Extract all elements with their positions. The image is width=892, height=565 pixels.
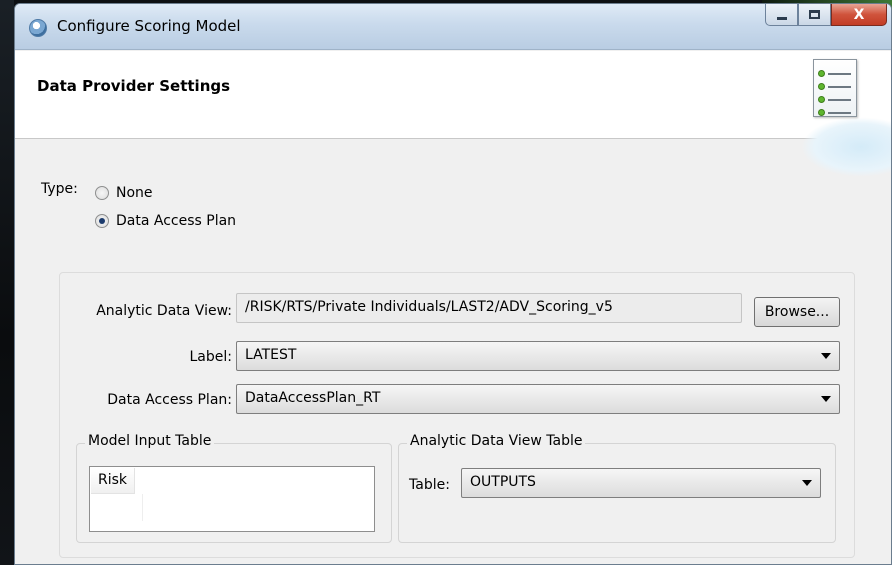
maximize-button[interactable] [798,4,831,26]
table-dropdown[interactable]: OUTPUTS [461,468,821,498]
chevron-down-icon[interactable] [821,396,831,402]
type-label: Type: [41,181,78,197]
data-access-plan-group: Analytic Data View: /RISK/RTS/Private In… [59,272,855,558]
desktop-background [0,0,14,565]
analytic-data-view-table-legend: Analytic Data View Table [407,433,586,449]
minimize-button[interactable] [765,4,798,26]
label-dropdown-value: LATEST [245,347,297,363]
page-title: Data Provider Settings [37,77,231,95]
chevron-down-icon[interactable] [821,353,831,359]
column-divider [142,494,143,521]
minimize-icon [776,17,787,20]
label-dropdown[interactable]: LATEST [236,341,840,371]
app-icon [29,19,47,37]
radio-none-label: None [116,185,153,201]
maximize-icon [809,10,820,19]
model-input-table-group: Model Input Table Risk [76,433,392,543]
browse-button[interactable]: Browse... [754,297,840,327]
close-icon: X [853,6,865,23]
model-input-table-list[interactable]: Risk [89,466,375,532]
close-button[interactable]: X [831,4,887,26]
window-controls: X [765,4,887,26]
radio-data-access-plan-label: Data Access Plan [116,213,237,229]
table-dropdown-value: OUTPUTS [470,474,536,490]
settings-content: Type: None Data Access Plan Analytic Dat… [15,140,891,564]
title-bar[interactable]: Configure Scoring Model X [15,4,891,50]
window-title: Configure Scoring Model [57,17,241,35]
table-column-header[interactable]: Risk [91,468,136,494]
radio-data-access-plan-indicator[interactable] [95,214,109,228]
radio-none[interactable]: None [95,185,153,201]
label-field-label: Label: [189,349,233,365]
analytic-data-view-field: /RISK/RTS/Private Individuals/LAST2/ADV_… [236,293,742,323]
data-access-plan-dropdown[interactable]: DataAccessPlan_RT [236,384,840,414]
analytic-data-view-label: Analytic Data View: [96,303,232,319]
configure-scoring-model-dialog: Configure Scoring Model X Data Provider … [14,3,892,565]
radio-data-access-plan[interactable]: Data Access Plan [95,213,236,229]
chevron-down-icon[interactable] [802,480,812,486]
table-label: Table: [409,477,450,493]
analytic-data-view-table-group: Analytic Data View Table Table: OUTPUTS [398,433,836,543]
wizard-header: Data Provider Settings [15,51,891,177]
settings-list-icon [813,59,857,117]
radio-none-indicator[interactable] [95,186,109,200]
data-access-plan-dropdown-value: DataAccessPlan_RT [245,390,381,406]
model-input-table-legend: Model Input Table [85,433,215,449]
data-access-plan-label: Data Access Plan: [107,392,232,408]
